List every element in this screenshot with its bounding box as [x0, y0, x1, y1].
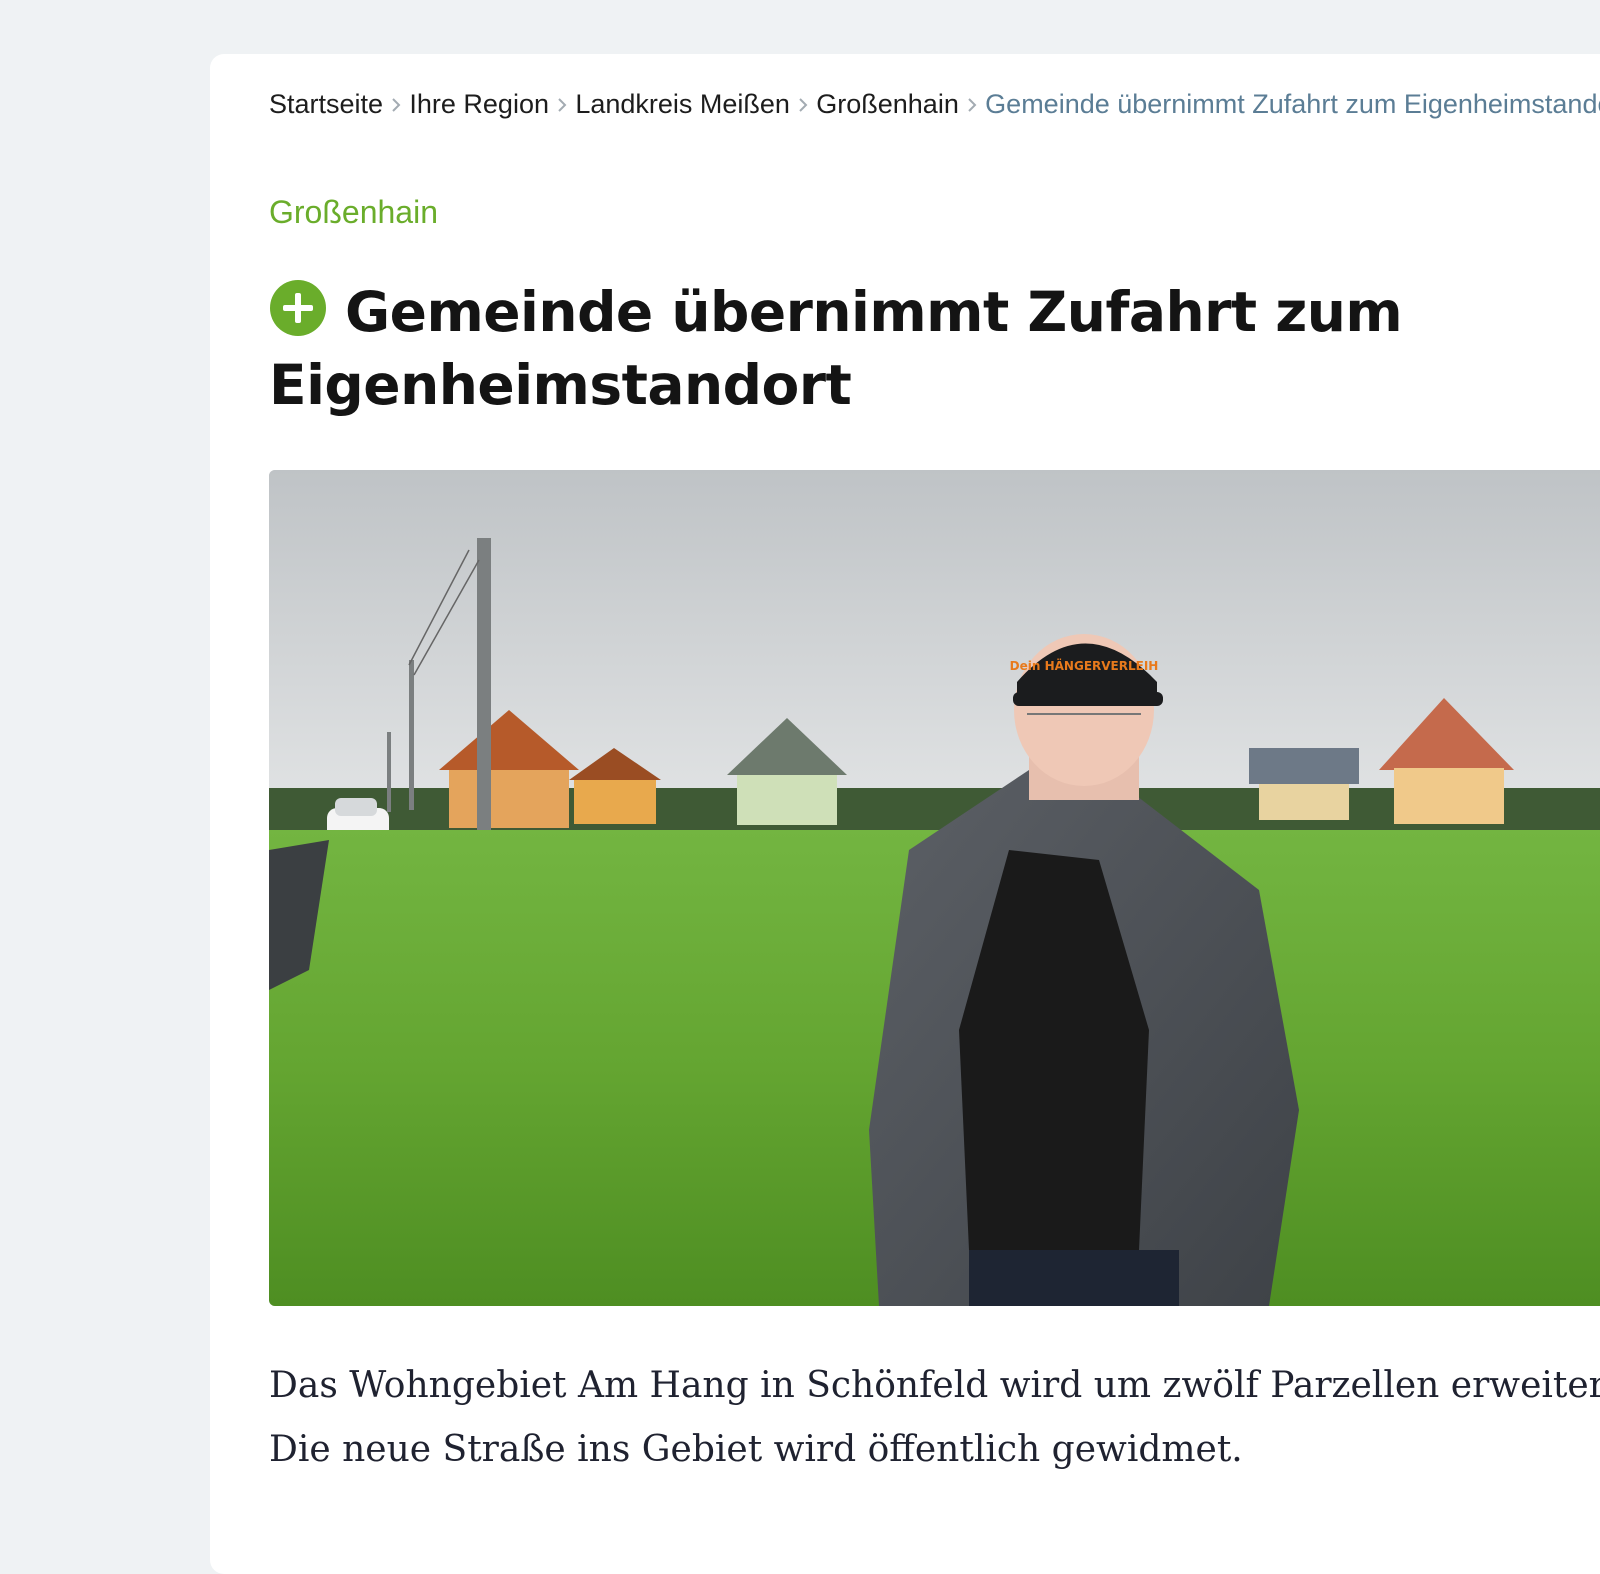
breadcrumb-item-startseite[interactable]: Startseite	[269, 89, 383, 120]
plus-circle-icon	[269, 279, 327, 337]
teaser-line-2: Die neue Straße ins Gebiet wird öffentli…	[269, 1429, 1243, 1470]
chevron-right-icon	[959, 90, 985, 118]
article-hero-image[interactable]: Dein HÄNGERVERLEIH	[269, 470, 1600, 1306]
breadcrumb-current: Gemeinde übernimmt Zufahrt zum Eigenheim…	[985, 88, 1600, 119]
chevron-right-icon	[549, 90, 575, 118]
chevron-right-icon	[790, 90, 816, 118]
hero-photo-illustration: Dein HÄNGERVERLEIH	[269, 470, 1600, 1306]
article-headline: Gemeinde übernimmt Zufahrt zum Eigenheim…	[269, 276, 1429, 422]
breadcrumb-item-landkreis-meissen[interactable]: Landkreis Meißen	[575, 89, 790, 120]
breadcrumb-item-ihre-region[interactable]: Ihre Region	[409, 89, 549, 120]
breadcrumb: Startseite Ihre Region Landkreis Meißen …	[269, 82, 1600, 126]
article-teaser: Das Wohngebiet Am Hang in Schönfeld wird…	[269, 1354, 1600, 1482]
chevron-right-icon	[383, 90, 409, 118]
breadcrumb-item-grossenhain[interactable]: Großenhain	[816, 89, 959, 120]
article-headline-text: Gemeinde übernimmt Zufahrt zum Eigenheim…	[269, 280, 1403, 417]
teaser-line-1: Das Wohngebiet Am Hang in Schönfeld wird…	[269, 1365, 1600, 1406]
svg-text:Dein HÄNGERVERLEIH: Dein HÄNGERVERLEIH	[1010, 658, 1159, 673]
article-card: Startseite Ihre Region Landkreis Meißen …	[210, 54, 1600, 1574]
article-kicker[interactable]: Großenhain	[269, 194, 438, 231]
